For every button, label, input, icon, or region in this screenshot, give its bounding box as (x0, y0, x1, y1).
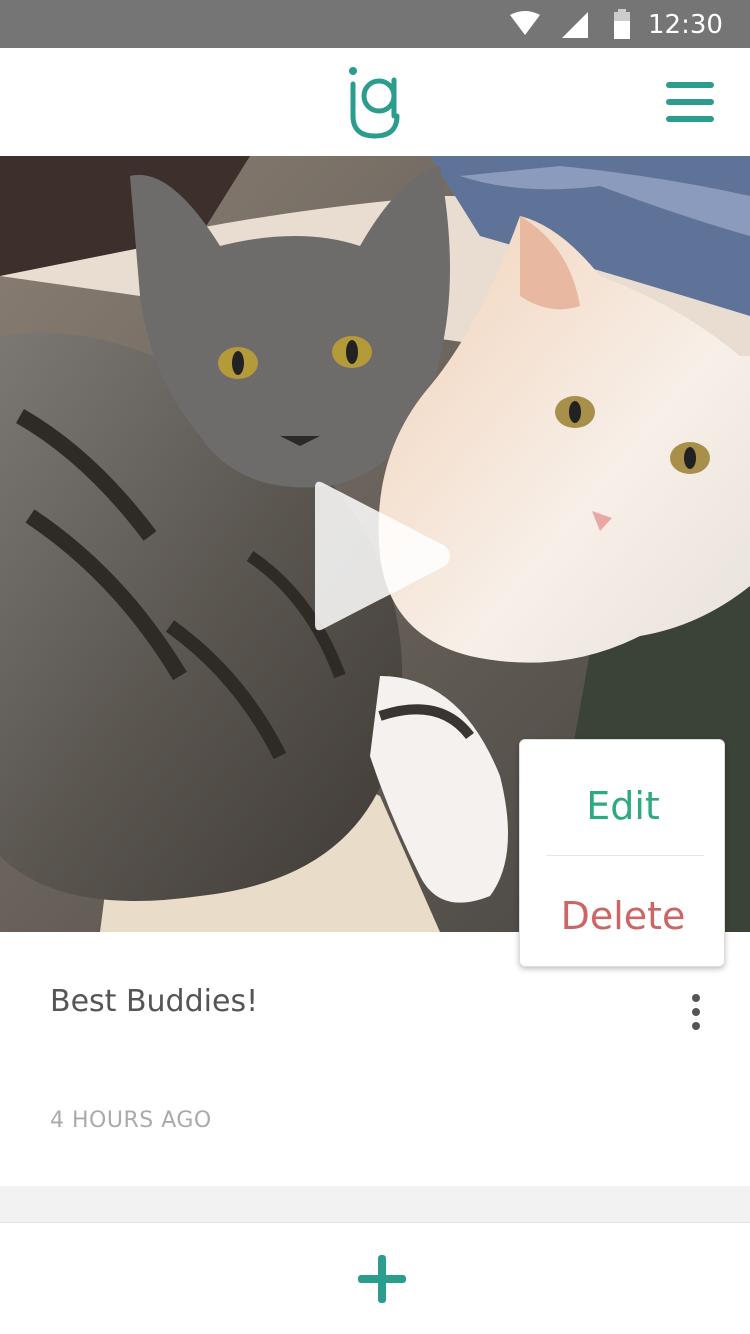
more-vert-icon[interactable] (676, 992, 716, 1032)
feed-gap (0, 1186, 750, 1222)
ig-logo[interactable] (345, 66, 405, 140)
hamburger-menu-icon[interactable] (662, 74, 718, 130)
edit-menu-item[interactable]: Edit (520, 784, 726, 828)
bottom-bar (0, 1222, 750, 1334)
delete-menu-item[interactable]: Delete (520, 894, 726, 938)
post-options-menu: Edit Delete (519, 739, 725, 967)
wifi-icon (510, 11, 540, 35)
status-time: 12:30 (648, 10, 723, 40)
plus-icon[interactable] (352, 1249, 412, 1309)
post-timestamp: 4 HOURS AGO (50, 1108, 212, 1133)
menu-divider (546, 855, 704, 856)
battery-icon (614, 9, 630, 39)
app-bar (0, 48, 750, 156)
post-caption: Best Buddies! (50, 984, 259, 1019)
signal-icon (562, 12, 588, 38)
status-bar: 12:30 (0, 0, 750, 48)
play-icon[interactable] (305, 476, 455, 636)
post-card: Best Buddies! 4 HOURS AGO (0, 156, 750, 1186)
